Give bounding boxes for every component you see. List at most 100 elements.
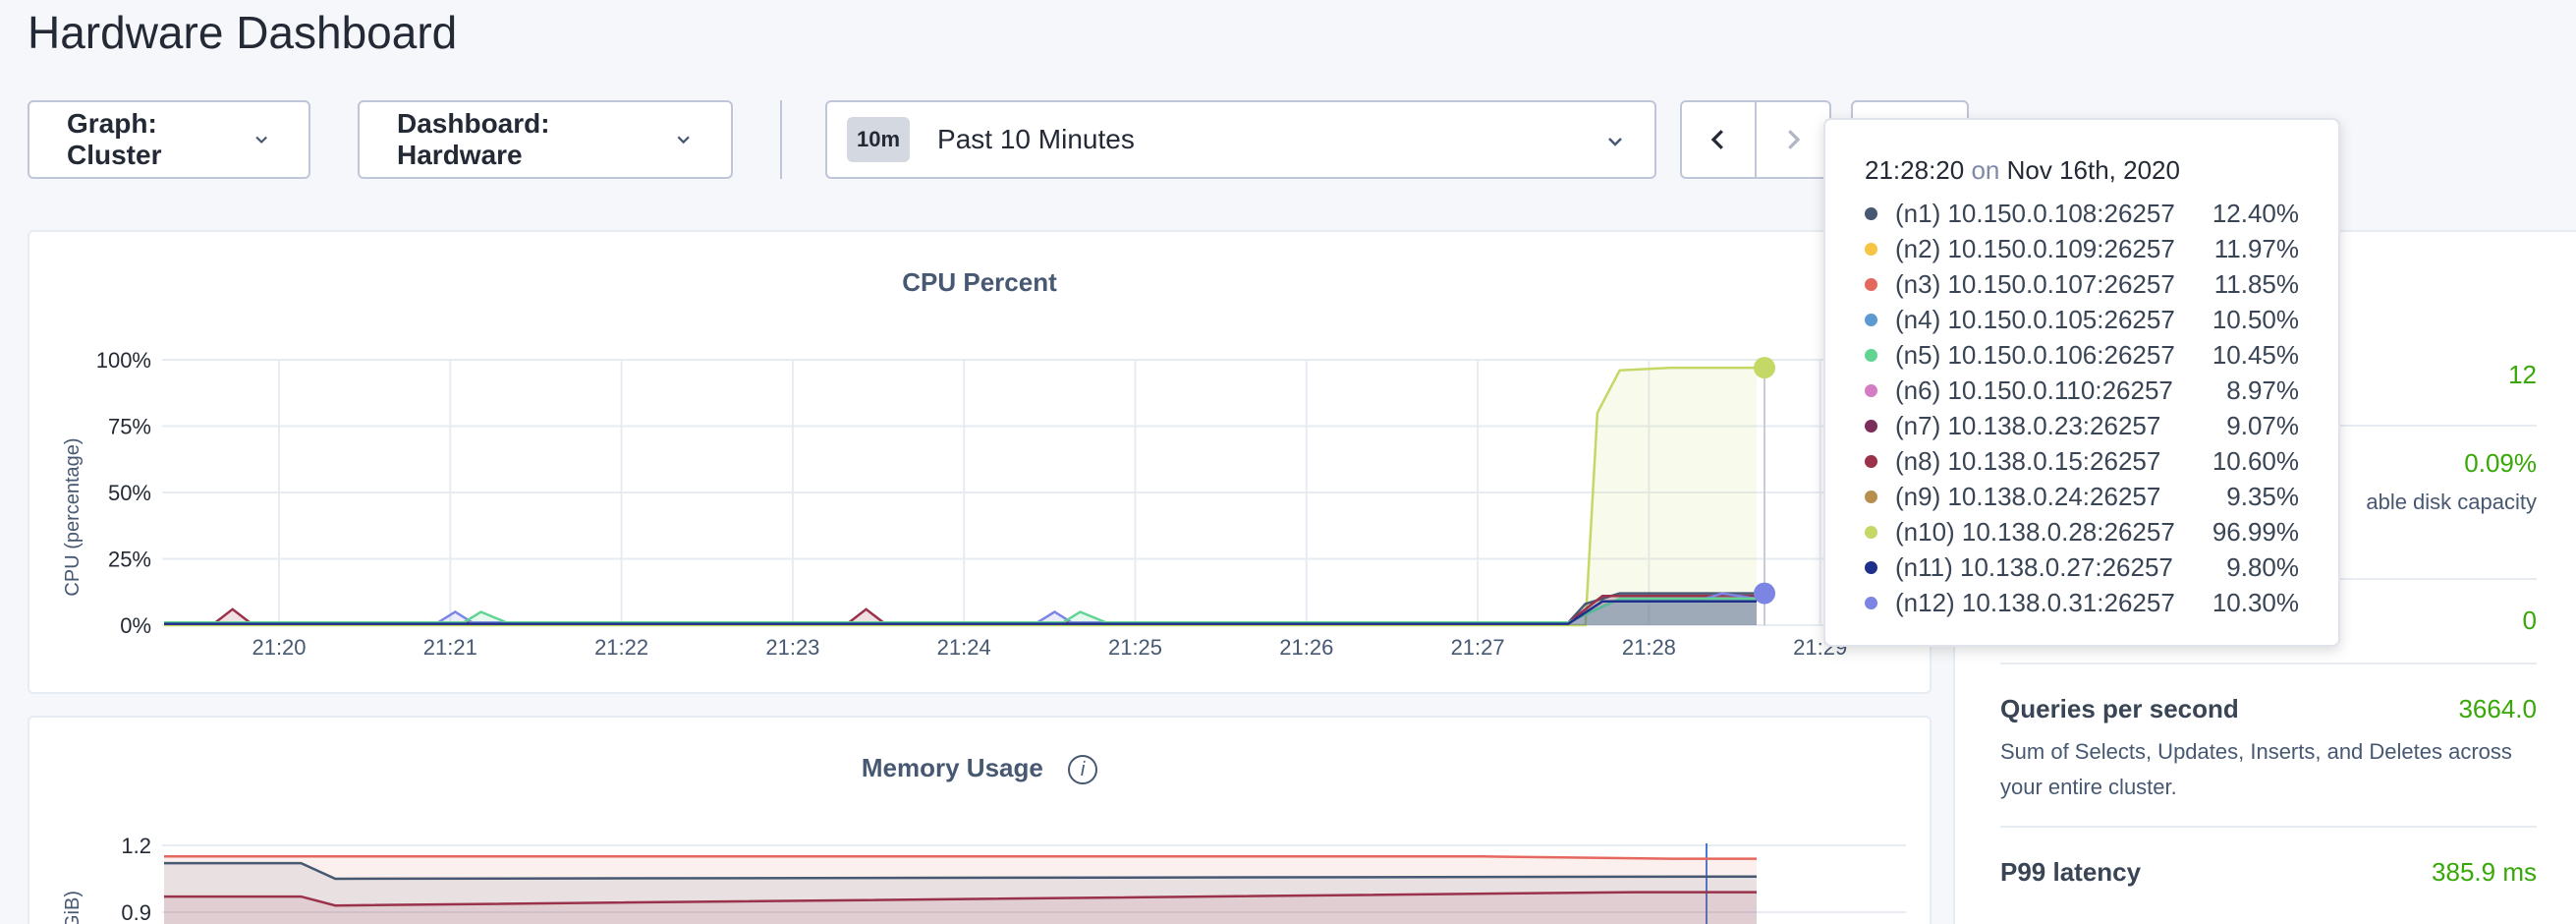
hover-point <box>1754 357 1775 379</box>
next-time-button[interactable] <box>1755 100 1831 179</box>
chevron-left-icon <box>1710 130 1723 149</box>
tooltip-timestamp: 21:28:20 on Nov 16th, 2020 <box>1865 155 2299 186</box>
tooltip-node-value: 10.50% <box>2212 304 2299 334</box>
series-dot-icon <box>1865 454 1877 468</box>
tooltip-node-label: (n10) 10.138.0.28:26257 <box>1895 516 2175 547</box>
time-range-badge: 10m <box>847 117 911 162</box>
chevron-down-icon <box>677 136 690 144</box>
series-line <box>164 592 1757 624</box>
series-line <box>164 600 1757 625</box>
x-tick-label: 21:23 <box>765 635 819 660</box>
chevron-right-icon <box>1788 130 1801 149</box>
tooltip-node-label: (n7) 10.138.0.23:26257 <box>1895 410 2161 440</box>
qps-metric: Queries per second 3664.0 Sum of Selects… <box>2000 694 2537 805</box>
tooltip-node-value: 11.97% <box>2213 233 2299 263</box>
memory-usage-chart[interactable]: GiB) 1.2 0.9 <box>29 718 1933 924</box>
time-range-label: Past 10 Minutes <box>937 124 1135 154</box>
tooltip-node-label: (n2) 10.150.0.109:26257 <box>1895 233 2175 263</box>
y-tick-label: 1.2 <box>121 834 151 858</box>
y-tick-label: 50% <box>108 481 151 505</box>
qps-value: 3664.0 <box>2458 694 2537 723</box>
tooltip-row: (n4) 10.150.0.105:26257 10.50% <box>1865 302 2299 337</box>
tooltip-row: (n7) 10.138.0.23:26257 9.07% <box>1865 408 2299 443</box>
series-area <box>164 593 1757 625</box>
capacity-value: 12 <box>2508 360 2537 389</box>
unavailable-value: 0 <box>2522 606 2537 635</box>
x-tick-label: 21:22 <box>594 635 648 660</box>
qps-name: Queries per second <box>2000 694 2239 723</box>
disk-value: 0.09% <box>2464 448 2537 478</box>
y-tick-label: 75% <box>108 415 151 439</box>
tooltip-node-value: 8.97% <box>2226 375 2299 405</box>
series-dot-icon <box>1865 277 1877 291</box>
series-dot-icon <box>1865 525 1877 539</box>
tooltip-row: (n1) 10.150.0.108:26257 12.40% <box>1865 196 2299 231</box>
chart-hover-tooltip: 21:28:20 on Nov 16th, 2020 (n1) 10.150.0… <box>1823 118 2340 647</box>
tooltip-node-value: 9.80% <box>2226 551 2299 582</box>
x-tick-label: 21:27 <box>1451 635 1505 660</box>
series-line <box>164 366 1757 627</box>
tooltip-node-label: (n9) 10.138.0.24:26257 <box>1895 481 2161 511</box>
x-tick-label: 21:21 <box>423 635 477 660</box>
tooltip-node-label: (n4) 10.150.0.105:26257 <box>1895 304 2175 334</box>
hover-point <box>1754 582 1775 605</box>
series-dot-icon <box>1865 560 1877 574</box>
toolbar-divider <box>780 100 782 179</box>
tooltip-row: (n6) 10.150.0.110:26257 8.97% <box>1865 373 2299 408</box>
graph-dropdown[interactable]: Graph: Cluster <box>28 100 310 179</box>
series-line <box>164 592 1758 624</box>
tooltip-node-label: (n5) 10.150.0.106:26257 <box>1895 339 2175 370</box>
series-line <box>164 595 1757 624</box>
series-area <box>164 596 1757 625</box>
graph-dropdown-label: Graph: Cluster <box>67 108 162 170</box>
series-dot-icon <box>1865 206 1877 220</box>
y-tick-label: 0.9 <box>121 900 151 924</box>
chevron-down-icon <box>1608 138 1622 146</box>
tooltip-node-label: (n11) 10.138.0.27:26257 <box>1895 551 2173 582</box>
tooltip-node-value: 10.60% <box>2212 445 2299 476</box>
x-tick-label: 21:20 <box>252 635 306 660</box>
tooltip-node-value: 9.07% <box>2226 410 2299 440</box>
tooltip-node-value: 10.30% <box>2212 587 2299 617</box>
tooltip-row: (n8) 10.138.0.15:26257 10.60% <box>1865 443 2299 479</box>
y-tick-label: 0% <box>120 613 151 638</box>
series-dot-icon <box>1865 419 1877 433</box>
x-tick-label: 21:26 <box>1279 635 1333 660</box>
tooltip-node-label: (n12) 10.138.0.31:26257 <box>1895 587 2175 617</box>
series-dot-icon <box>1865 490 1877 503</box>
time-range-select[interactable]: 10m Past 10 Minutes <box>825 100 1656 179</box>
series-dot-icon <box>1865 596 1877 609</box>
metric-divider <box>2000 826 2537 828</box>
tooltip-node-label: (n1) 10.150.0.108:26257 <box>1895 198 2175 228</box>
tooltip-row: (n5) 10.150.0.106:26257 10.45% <box>1865 337 2299 373</box>
tooltip-time: 21:28:20 <box>1865 155 1965 185</box>
chevron-down-icon <box>255 136 267 144</box>
y-tick-label: 25% <box>108 548 151 572</box>
p99-metric: P99 latency 385.9 ms <box>2000 857 2537 888</box>
metric-divider <box>2000 663 2537 664</box>
dashboard-dropdown-label: Dashboard: Hardware <box>397 108 550 170</box>
tooltip-row: (n11) 10.138.0.27:26257 9.80% <box>1865 549 2299 585</box>
series-area <box>164 593 1757 625</box>
tooltip-row: (n10) 10.138.0.28:26257 96.99% <box>1865 514 2299 549</box>
tooltip-date: Nov 16th, 2020 <box>2006 155 2180 185</box>
tooltip-node-label: (n6) 10.150.0.110:26257 <box>1895 375 2173 405</box>
memory-y-axis-label: GiB) <box>62 891 84 924</box>
series-area <box>164 599 1757 625</box>
x-tick-label: 21:25 <box>1108 635 1162 660</box>
tooltip-row: (n3) 10.150.0.107:26257 11.85% <box>1865 266 2299 302</box>
cpu-percent-chart[interactable]: CPU (percentage) 100% 75% 50% 25% 0% 21:20 21:… <box>29 232 1933 696</box>
series-dot-icon <box>1865 348 1877 362</box>
tooltip-node-value: 12.40% <box>2212 198 2299 228</box>
tooltip-on: on <box>1971 155 2000 185</box>
dashboard-dropdown[interactable]: Dashboard: Hardware <box>358 100 733 179</box>
qps-desc: Sum of Selects, Updates, Inserts, and De… <box>2000 739 2512 799</box>
tooltip-node-value: 11.85% <box>2213 268 2299 299</box>
previous-time-button[interactable] <box>1680 100 1757 179</box>
p99-name: P99 latency <box>2000 857 2142 887</box>
series-dot-icon <box>1865 313 1877 326</box>
tooltip-row: (n9) 10.138.0.24:26257 9.35% <box>1865 479 2299 514</box>
cpu-y-axis-label: CPU (percentage) <box>62 437 84 596</box>
series-area <box>164 368 1757 625</box>
cpu-percent-panel: CPU Percent CPU (percentage) 100% 75% 50% 2… <box>28 230 1932 694</box>
